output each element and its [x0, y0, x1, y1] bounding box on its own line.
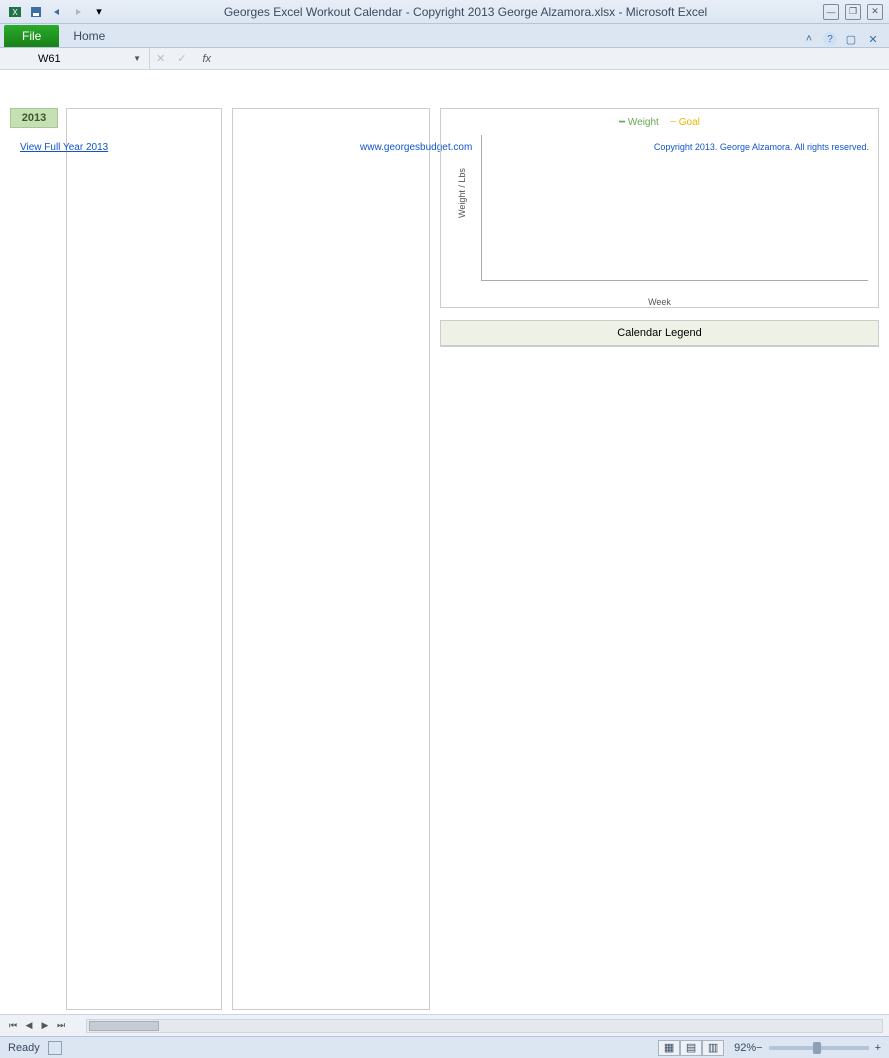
- calendar-legend-box: Calendar Legend: [440, 320, 879, 347]
- quick-access-toolbar: X ▾: [6, 3, 108, 21]
- chart-x-label: Week: [648, 297, 671, 307]
- help-icon[interactable]: ?: [823, 32, 837, 46]
- cancel-formula-icon[interactable]: ✕: [150, 52, 171, 65]
- undo-icon[interactable]: [48, 3, 66, 21]
- view-year-link[interactable]: View Full Year 2013: [20, 142, 108, 153]
- tab-prev-icon[interactable]: ◀: [22, 1020, 36, 1031]
- zoom-out-icon[interactable]: −: [756, 1042, 762, 1054]
- ribbon-close-icon[interactable]: ✕: [865, 31, 881, 47]
- tab-file[interactable]: File: [4, 25, 59, 47]
- weight-table: [232, 108, 430, 1010]
- ribbon-tabs: File Home ˄ ? ▢ ✕: [0, 24, 889, 48]
- close-icon[interactable]: ✕: [867, 4, 883, 20]
- ribbon-opts-icon[interactable]: ▢: [843, 31, 859, 47]
- fx-icon[interactable]: fx: [192, 53, 221, 65]
- minimize-icon[interactable]: —: [823, 4, 839, 20]
- weight-chart: ━ Weight ┄ Goal Weight / Lbs Week: [440, 108, 879, 308]
- tab-nav-arrows: ⏮ ◀ ▶ ⏭: [6, 1020, 68, 1031]
- tab-next-icon[interactable]: ▶: [38, 1020, 52, 1031]
- enter-formula-icon[interactable]: ✓: [171, 52, 192, 65]
- status-bar: Ready ▦ ▤ ▥ 92% − +: [0, 1036, 889, 1058]
- name-box-value: W61: [38, 53, 61, 65]
- legend-title: Calendar Legend: [441, 321, 878, 346]
- name-box[interactable]: W61 ▼: [30, 48, 150, 69]
- legend-goal: Goal: [679, 117, 700, 128]
- worksheet-area: 2013 ━ Weight ┄ Goal Weight / Lbs Week: [0, 102, 889, 1014]
- chart-legend: ━ Weight ┄ Goal: [449, 117, 870, 128]
- chart-y-axis: [447, 139, 477, 281]
- legend-weight: Weight: [628, 117, 659, 128]
- view-buttons: ▦ ▤ ▥: [658, 1040, 724, 1056]
- title-bar: X ▾ Georges Excel Workout Calendar - Cop…: [0, 0, 889, 24]
- horizontal-scrollbar[interactable]: [86, 1019, 883, 1033]
- status-ready: Ready: [8, 1042, 40, 1054]
- year-cell: 2013: [10, 108, 58, 128]
- zoom-in-icon[interactable]: +: [875, 1042, 881, 1054]
- macro-record-icon[interactable]: [48, 1041, 62, 1055]
- restore-icon[interactable]: ❐: [845, 4, 861, 20]
- zoom-control: − +: [756, 1042, 881, 1054]
- view-break-icon[interactable]: ▥: [702, 1040, 724, 1056]
- view-layout-icon[interactable]: ▤: [680, 1040, 702, 1056]
- ribbon-minimize-icon[interactable]: ˄: [801, 31, 817, 47]
- qat-dropdown-icon[interactable]: ▾: [90, 3, 108, 21]
- redo-icon[interactable]: [69, 3, 87, 21]
- month-labels-column: 2013: [10, 108, 58, 1010]
- formula-bar: W61 ▼ ✕ ✓ fx: [0, 48, 889, 70]
- window-title: Georges Excel Workout Calendar - Copyrig…: [108, 5, 823, 19]
- view-normal-icon[interactable]: ▦: [658, 1040, 680, 1056]
- window-controls: — ❐ ✕: [823, 4, 883, 20]
- year-calendar: [66, 108, 222, 1010]
- zoom-level[interactable]: 92%: [734, 1042, 756, 1054]
- tab-first-icon[interactable]: ⏮: [6, 1020, 20, 1031]
- tab-last-icon[interactable]: ⏭: [54, 1020, 68, 1031]
- zoom-slider[interactable]: [769, 1046, 869, 1050]
- svg-text:X: X: [12, 8, 18, 17]
- tab-home[interactable]: Home: [59, 25, 119, 47]
- name-box-dropdown-icon[interactable]: ▼: [133, 54, 141, 63]
- save-icon[interactable]: [27, 3, 45, 21]
- sheet-tabs-bar: ⏮ ◀ ▶ ⏭: [0, 1014, 889, 1036]
- excel-icon[interactable]: X: [6, 3, 24, 21]
- formula-input[interactable]: [221, 48, 889, 69]
- chart-plot: [481, 135, 868, 281]
